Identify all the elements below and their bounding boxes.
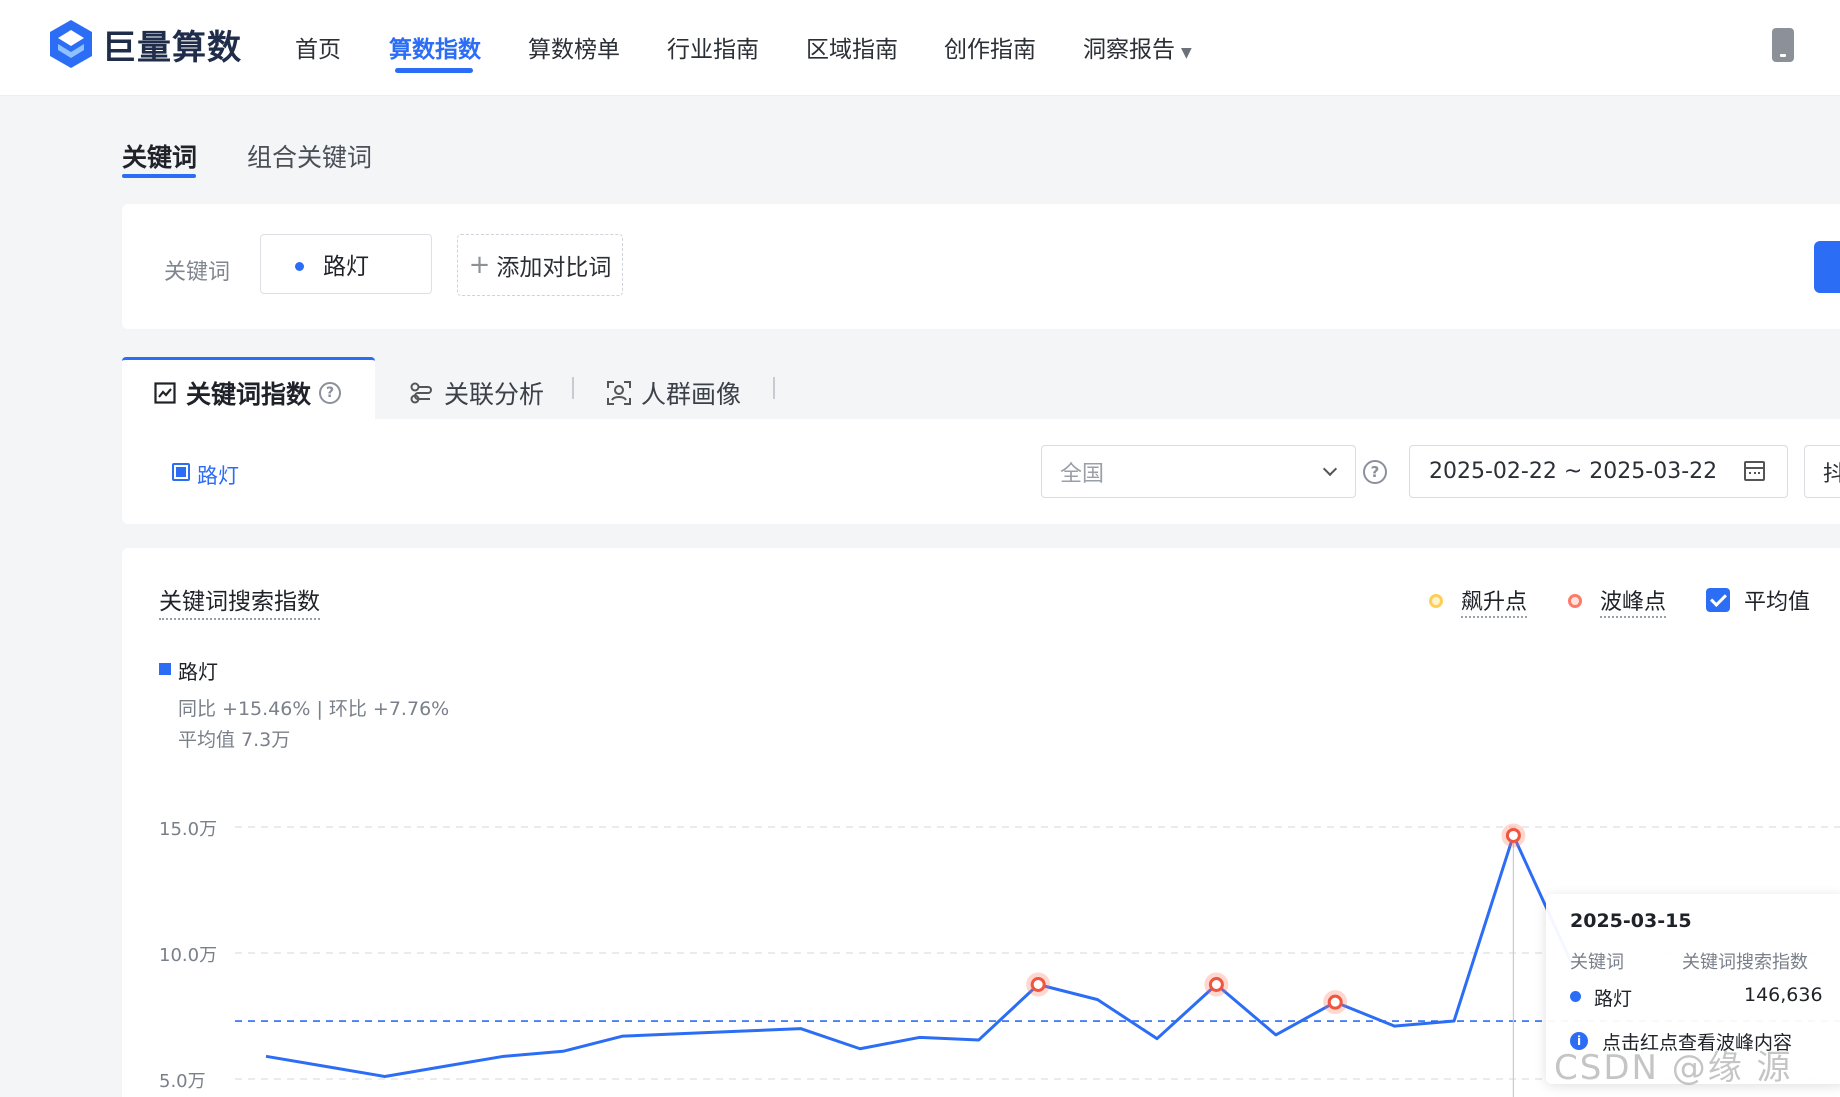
peak-point[interactable] xyxy=(1026,972,1051,997)
peak-point-marker xyxy=(1327,994,1343,1010)
peak-point[interactable] xyxy=(1501,823,1526,848)
tooltip-series-name: 路灯 xyxy=(1594,988,1633,1010)
peak-point-marker xyxy=(1505,827,1521,843)
peak-point[interactable] xyxy=(1323,990,1348,1015)
peak-point-marker xyxy=(1030,977,1046,992)
series-line xyxy=(265,833,1575,1078)
tooltip-value: 146,636 xyxy=(1744,984,1823,1006)
tooltip-series-dot xyxy=(1570,991,1581,1002)
peak-point-marker xyxy=(1208,977,1224,992)
tooltip-col-index: 关键词搜索指数 xyxy=(1682,952,1808,973)
peak-point[interactable] xyxy=(1204,972,1229,997)
tooltip-col-keyword: 关键词 xyxy=(1570,952,1624,973)
tooltip-date: 2025-03-15 xyxy=(1570,910,1692,932)
watermark: CSDN @缘 源 园 xyxy=(1554,1048,1793,1088)
